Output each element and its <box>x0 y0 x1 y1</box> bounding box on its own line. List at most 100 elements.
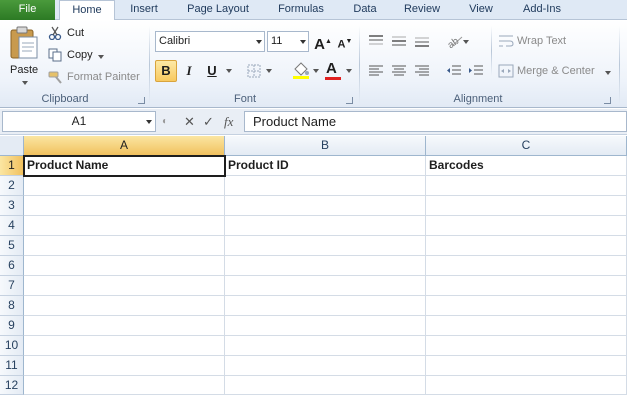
row-header-12[interactable]: 12 <box>0 376 24 395</box>
paste-dropdown-icon[interactable] <box>22 81 28 85</box>
row-header-1[interactable]: 1 <box>0 156 24 176</box>
column-header-b[interactable]: B <box>225 136 426 156</box>
font-size-dropdown-icon[interactable] <box>300 40 306 44</box>
orientation-dropdown-icon[interactable] <box>463 40 469 44</box>
tab-insert[interactable]: Insert <box>118 0 170 20</box>
align-middle-icon[interactable] <box>391 34 407 48</box>
fill-color-button[interactable] <box>292 61 322 81</box>
cell-a11[interactable] <box>24 356 225 376</box>
cancel-icon[interactable]: ✕ <box>184 111 195 132</box>
cell-c5[interactable] <box>426 236 627 256</box>
cell-b8[interactable] <box>225 296 426 316</box>
tab-formulas[interactable]: Formulas <box>268 0 334 20</box>
cell-c9[interactable] <box>426 316 627 336</box>
cell-a3[interactable] <box>24 196 225 216</box>
borders-button[interactable] <box>246 63 274 79</box>
cell-a6[interactable] <box>24 256 225 276</box>
cell-a9[interactable] <box>24 316 225 336</box>
font-size-combo[interactable]: 11 <box>267 31 309 52</box>
row-header-7[interactable]: 7 <box>0 276 24 296</box>
merge-center-button[interactable]: Merge & Center <box>498 64 616 80</box>
cell-b1[interactable]: Product ID <box>225 156 426 176</box>
grow-font-button[interactable]: A▲ <box>312 31 334 53</box>
merge-center-dropdown-icon[interactable] <box>605 71 611 75</box>
cell-c3[interactable] <box>426 196 627 216</box>
cell-c1[interactable]: Barcodes <box>426 156 627 176</box>
cell-c10[interactable] <box>426 336 627 356</box>
cell-b12[interactable] <box>225 376 426 395</box>
name-box-dropdown-icon[interactable] <box>146 120 152 124</box>
cell-b3[interactable] <box>225 196 426 216</box>
row-header-9[interactable]: 9 <box>0 316 24 336</box>
increase-indent-icon[interactable] <box>468 64 484 78</box>
cell-a12[interactable] <box>24 376 225 395</box>
alignment-dialog-launcher-icon[interactable] <box>604 97 611 104</box>
align-bottom-icon[interactable] <box>414 34 430 48</box>
align-top-icon[interactable] <box>368 34 384 48</box>
italic-button[interactable]: I <box>178 60 200 82</box>
row-header-4[interactable]: 4 <box>0 216 24 236</box>
cell-c4[interactable] <box>426 216 627 236</box>
row-header-10[interactable]: 10 <box>0 336 24 356</box>
cell-b2[interactable] <box>225 176 426 196</box>
cell-a1[interactable]: Product Name <box>23 155 226 177</box>
bold-button[interactable]: B <box>155 60 177 82</box>
wrap-text-button[interactable]: Wrap Text <box>498 34 578 50</box>
cell-b4[interactable] <box>225 216 426 236</box>
row-header-5[interactable]: 5 <box>0 236 24 256</box>
align-left-icon[interactable] <box>368 64 384 78</box>
cell-c11[interactable] <box>426 356 627 376</box>
select-all-button[interactable] <box>0 136 24 156</box>
font-name-dropdown-icon[interactable] <box>256 40 262 44</box>
cell-a7[interactable] <box>24 276 225 296</box>
cell-a4[interactable] <box>24 216 225 236</box>
cell-b5[interactable] <box>225 236 426 256</box>
align-right-icon[interactable] <box>414 64 430 78</box>
formula-input[interactable]: Product Name <box>244 111 627 132</box>
format-painter-button[interactable]: Format Painter <box>48 70 144 86</box>
fill-color-dropdown-icon[interactable] <box>313 69 319 73</box>
cell-a8[interactable] <box>24 296 225 316</box>
cell-c8[interactable] <box>426 296 627 316</box>
cell-b10[interactable] <box>225 336 426 356</box>
cell-b9[interactable] <box>225 316 426 336</box>
name-box[interactable]: A1 <box>2 111 156 132</box>
decrease-indent-icon[interactable] <box>446 64 462 78</box>
font-color-dropdown-icon[interactable] <box>346 69 352 73</box>
tab-view[interactable]: View <box>458 0 504 20</box>
copy-dropdown-icon[interactable] <box>98 55 104 59</box>
row-header-11[interactable]: 11 <box>0 356 24 376</box>
row-header-2[interactable]: 2 <box>0 176 24 196</box>
tab-page-layout[interactable]: Page Layout <box>180 0 256 20</box>
row-header-8[interactable]: 8 <box>0 296 24 316</box>
row-header-3[interactable]: 3 <box>0 196 24 216</box>
tab-review[interactable]: Review <box>396 0 448 20</box>
cell-b7[interactable] <box>225 276 426 296</box>
column-header-a[interactable]: A <box>24 136 225 156</box>
cell-b6[interactable] <box>225 256 426 276</box>
insert-function-icon[interactable]: fx <box>224 111 233 132</box>
cell-a10[interactable] <box>24 336 225 356</box>
align-center-icon[interactable] <box>391 64 407 78</box>
tab-add-ins[interactable]: Add-Ins <box>512 0 572 20</box>
row-header-6[interactable]: 6 <box>0 256 24 276</box>
enter-icon[interactable]: ✓ <box>203 111 214 132</box>
tab-data[interactable]: Data <box>342 0 388 20</box>
copy-button[interactable]: Copy <box>48 48 108 64</box>
font-dialog-launcher-icon[interactable] <box>346 97 353 104</box>
font-color-button[interactable]: A <box>324 60 354 82</box>
cell-c12[interactable] <box>426 376 627 395</box>
formula-bar-splitter-icon[interactable]: ◐ <box>162 111 168 132</box>
underline-button[interactable]: U <box>201 60 223 82</box>
cell-b11[interactable] <box>225 356 426 376</box>
tab-file[interactable]: File <box>0 0 55 20</box>
shrink-font-button[interactable]: A▼ <box>334 31 356 53</box>
cell-c2[interactable] <box>426 176 627 196</box>
tab-home[interactable]: Home <box>59 0 115 21</box>
font-name-combo[interactable]: Calibri <box>155 31 265 52</box>
borders-dropdown-icon[interactable] <box>266 69 272 73</box>
cut-button[interactable]: Cut <box>48 26 98 42</box>
paste-button[interactable]: Paste <box>4 24 44 86</box>
clipboard-dialog-launcher-icon[interactable] <box>138 97 145 104</box>
underline-dropdown-icon[interactable] <box>226 69 232 73</box>
